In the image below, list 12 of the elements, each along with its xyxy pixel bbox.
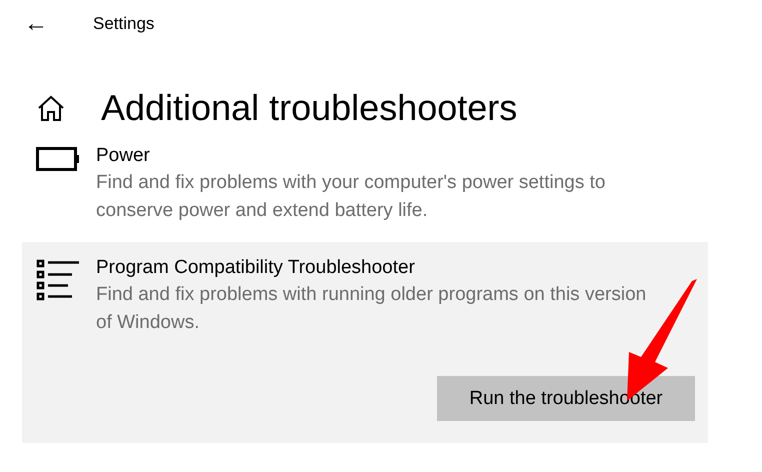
troubleshooter-panel[interactable]: Program Compatibility Troubleshooter Find and fix problems with running older programs on this version of Windows. Run the troubleshooter — [22, 242, 708, 443]
item-description: Find and fix problems with running older programs on this version of Windows. — [96, 283, 648, 335]
battery-icon — [36, 147, 80, 171]
back-button[interactable]: ← — [24, 12, 93, 36]
item-description: Find and fix problems with your computer's power settings to conserve power and extend battery life. — [96, 171, 606, 223]
run-button[interactable]: Run the troubleshooter — [437, 376, 695, 421]
item-title: Power — [96, 144, 151, 168]
home-icon[interactable] — [37, 95, 65, 121]
list-icon — [36, 259, 80, 301]
item-title: Program Compatibility Troubleshooter — [96, 256, 416, 280]
window-title: Settings — [93, 14, 154, 34]
page-title: Additional troubleshooters — [101, 87, 518, 129]
